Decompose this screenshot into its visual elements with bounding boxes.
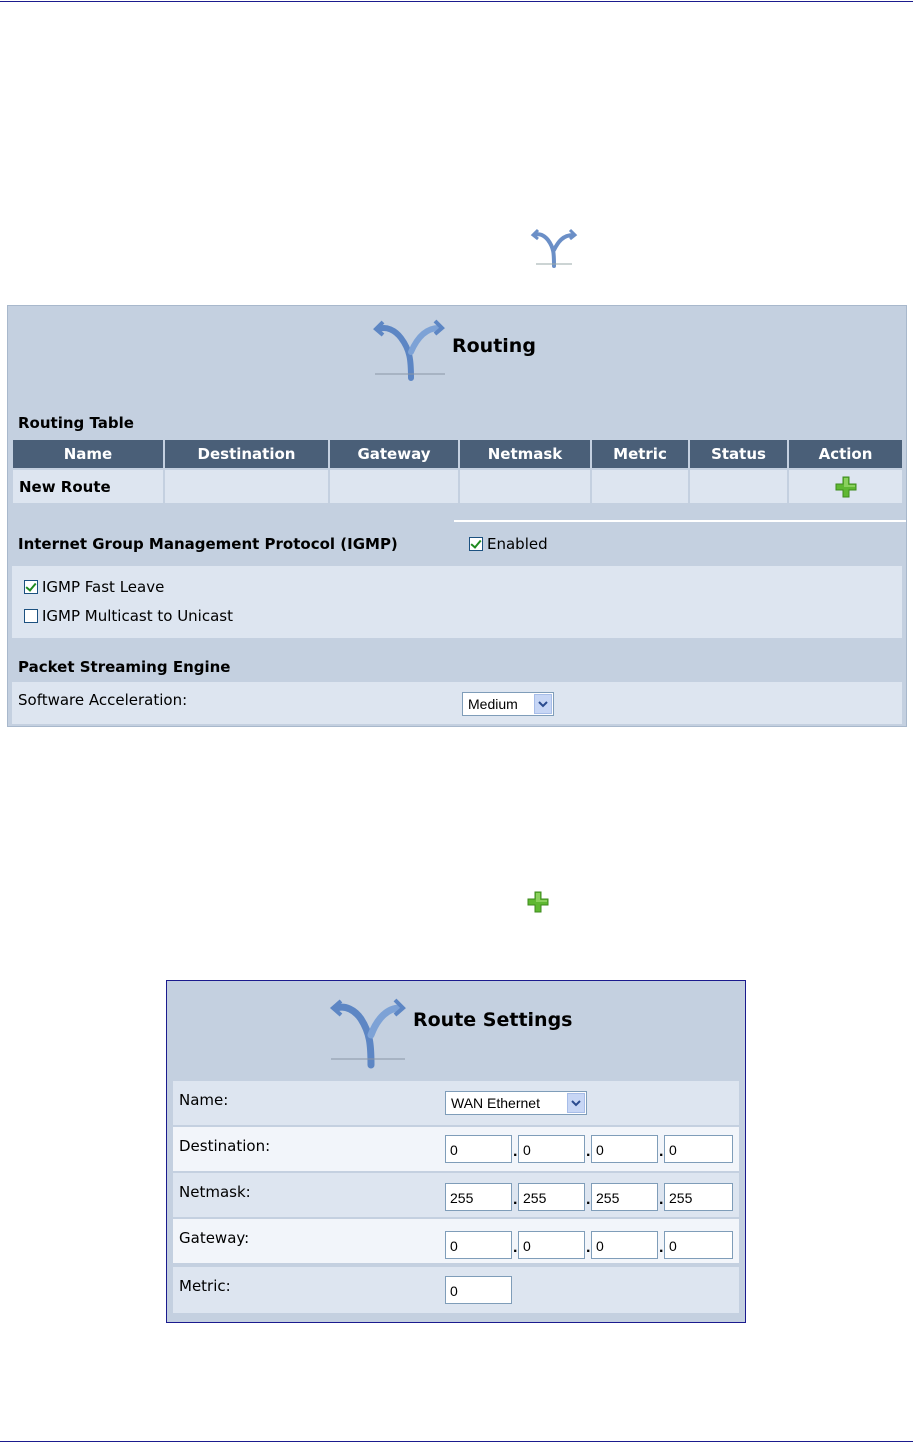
netmask-octet-3[interactable]: 255 — [591, 1183, 658, 1211]
table-header-row: Name Destination Gateway Netmask Metric … — [13, 440, 902, 468]
igmp-multicast-unicast-option[interactable]: IGMP Multicast to Unicast — [24, 607, 233, 625]
destination-octet-4[interactable]: 0 — [664, 1135, 733, 1163]
checkbox-unchecked[interactable] — [24, 609, 38, 623]
cell-netmask — [460, 470, 590, 503]
cell-destination — [165, 470, 328, 503]
cell-metric — [592, 470, 688, 503]
netmask-octet-4[interactable]: 255 — [664, 1183, 733, 1211]
igmp-options-box: IGMP Fast Leave IGMP Multicast to Unicas… — [12, 566, 902, 638]
routing-icon — [530, 228, 578, 268]
bottom-rule — [0, 1441, 913, 1442]
divider — [454, 520, 906, 522]
routing-panel: Routing Routing Table Name Destination G… — [7, 305, 907, 727]
ip-dot: . — [586, 1239, 591, 1256]
metric-label: Metric: — [179, 1277, 231, 1295]
gateway-octet-3[interactable]: 0 — [591, 1231, 658, 1259]
destination-octet-3[interactable]: 0 — [591, 1135, 658, 1163]
col-destination: Destination — [165, 440, 328, 468]
software-acceleration-row: Software Acceleration: Medium — [12, 682, 902, 724]
routing-header: Routing — [8, 306, 906, 396]
netmask-octet-2[interactable]: 255 — [518, 1183, 585, 1211]
cell-name[interactable]: New Route — [13, 470, 163, 503]
col-gateway: Gateway — [330, 440, 458, 468]
route-settings-title: Route Settings — [413, 1009, 573, 1031]
routing-table-label: Routing Table — [18, 414, 134, 432]
ip-dot: . — [513, 1191, 518, 1208]
ip-dot: . — [659, 1143, 664, 1160]
col-status: Status — [690, 440, 787, 468]
select-value: WAN Ethernet — [451, 1095, 540, 1111]
ip-dot: . — [586, 1143, 591, 1160]
netmask-row: Netmask: 255 . 255 . 255 . 255 — [173, 1173, 739, 1217]
destination-row: Destination: 0 . 0 . 0 . 0 — [173, 1127, 739, 1171]
col-name: Name — [13, 440, 163, 468]
igmp-fast-leave-option[interactable]: IGMP Fast Leave — [24, 578, 164, 596]
chevron-down-icon[interactable] — [567, 1093, 585, 1113]
ip-dot: . — [513, 1239, 518, 1256]
gateway-label: Gateway: — [179, 1229, 250, 1247]
igmp-multicast-unicast-label: IGMP Multicast to Unicast — [42, 607, 233, 625]
table-row: New Route — [13, 470, 902, 503]
cell-gateway — [330, 470, 458, 503]
ip-dot: . — [586, 1191, 591, 1208]
routing-logo-icon — [373, 319, 445, 381]
igmp-fast-leave-label: IGMP Fast Leave — [42, 578, 165, 596]
checkbox-checked[interactable] — [24, 580, 38, 594]
destination-octet-2[interactable]: 0 — [518, 1135, 585, 1163]
netmask-label: Netmask: — [179, 1183, 251, 1201]
name-select[interactable]: WAN Ethernet — [445, 1091, 587, 1115]
software-acceleration-label: Software Acceleration: — [18, 691, 188, 709]
software-acceleration-select[interactable]: Medium — [462, 692, 554, 716]
col-metric: Metric — [592, 440, 688, 468]
col-action: Action — [789, 440, 902, 468]
cell-action — [789, 470, 902, 503]
destination-label: Destination: — [179, 1137, 271, 1155]
gateway-row: Gateway: 0 . 0 . 0 . 0 — [173, 1219, 739, 1263]
ip-dot: . — [659, 1191, 664, 1208]
route-settings-panel: Route Settings Name: WAN Ethernet Destin… — [166, 980, 746, 1323]
netmask-octet-1[interactable]: 255 — [445, 1183, 512, 1211]
select-value: Medium — [468, 696, 518, 712]
igmp-label: Internet Group Management Protocol (IGMP… — [18, 535, 398, 553]
cell-status — [690, 470, 787, 503]
chevron-down-icon[interactable] — [534, 694, 552, 714]
gateway-octet-2[interactable]: 0 — [518, 1231, 585, 1259]
destination-octet-1[interactable]: 0 — [445, 1135, 512, 1163]
gateway-octet-4[interactable]: 0 — [664, 1231, 733, 1259]
col-netmask: Netmask — [460, 440, 590, 468]
checkbox-checked[interactable] — [469, 537, 483, 551]
metric-row: Metric: 0 — [173, 1267, 739, 1313]
add-icon[interactable] — [834, 475, 858, 499]
routing-table: Name Destination Gateway Netmask Metric … — [11, 438, 904, 505]
name-label: Name: — [179, 1091, 229, 1109]
ip-dot: . — [659, 1239, 664, 1256]
top-rule — [0, 1, 913, 2]
route-settings-logo-icon — [329, 998, 406, 1069]
pse-label: Packet Streaming Engine — [18, 658, 231, 676]
gateway-octet-1[interactable]: 0 — [445, 1231, 512, 1259]
routing-title: Routing — [452, 335, 536, 357]
igmp-enabled-checkbox[interactable]: Enabled — [469, 535, 548, 553]
name-row: Name: WAN Ethernet — [173, 1081, 739, 1125]
ip-dot: . — [513, 1143, 518, 1160]
igmp-enabled-label: Enabled — [487, 535, 548, 553]
add-icon-inline — [527, 891, 549, 913]
metric-input[interactable]: 0 — [445, 1276, 512, 1304]
